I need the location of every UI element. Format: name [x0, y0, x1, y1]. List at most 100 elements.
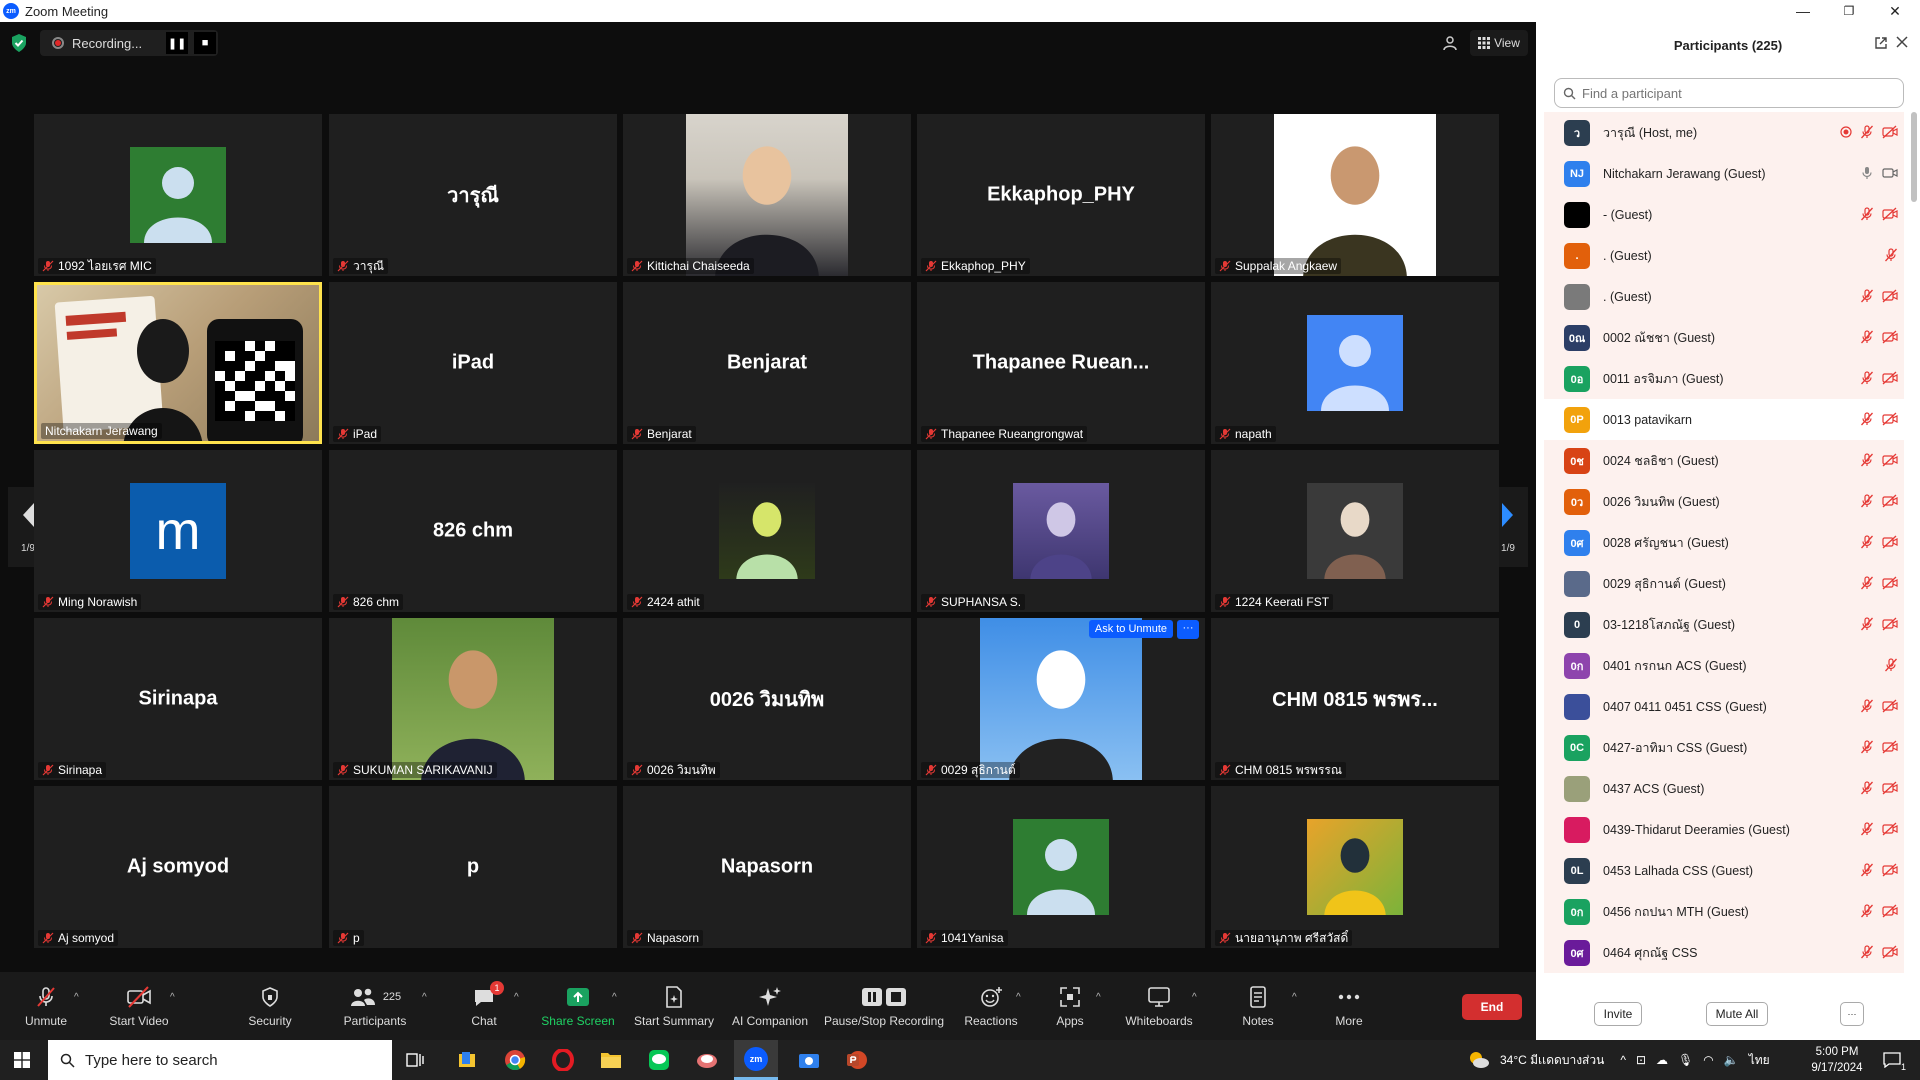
video-tile[interactable]: นายอานุภาพ ศรีสวัสดิ์ — [1211, 786, 1499, 948]
muted-mic-icon[interactable] — [1860, 453, 1874, 467]
video-tile[interactable]: Napasorn Napasorn — [623, 786, 911, 948]
video-tile[interactable]: napath — [1211, 282, 1499, 444]
reactions-button[interactable]: Reactions — [962, 972, 1020, 1040]
participant-search[interactable] — [1554, 78, 1904, 108]
participant-row[interactable]: 0029 สุธิกานต์ (Guest) — [1544, 563, 1904, 604]
muted-mic-icon[interactable] — [1860, 207, 1874, 221]
apps-options-caret[interactable]: ^ — [1096, 992, 1101, 1003]
participant-row[interactable]: . . (Guest) — [1544, 235, 1904, 276]
zoom-taskbar-icon[interactable]: zm — [734, 1040, 778, 1080]
video-off-icon[interactable] — [1882, 535, 1898, 549]
tray-overflow-icon[interactable]: ^ — [1620, 1053, 1626, 1067]
wifi-icon[interactable]: ◠ — [1703, 1053, 1713, 1067]
video-tile[interactable]: Benjarat Benjarat — [623, 282, 911, 444]
muted-mic-icon[interactable] — [1884, 248, 1898, 262]
video-off-icon[interactable] — [1882, 207, 1898, 221]
ask-to-unmute-button[interactable]: Ask to Unmute — [1088, 620, 1173, 638]
participant-row[interactable]: ว วารุณี (Host, me) — [1544, 112, 1904, 153]
video-tile[interactable]: pp — [329, 786, 617, 948]
muted-mic-icon[interactable] — [1860, 863, 1874, 877]
video-tile[interactable]: Aj somyod Aj somyod — [34, 786, 322, 948]
whiteboards-options-caret[interactable]: ^ — [1192, 992, 1197, 1003]
participant-row[interactable]: . (Guest) — [1544, 276, 1904, 317]
participant-row[interactable]: - (Guest) — [1544, 194, 1904, 235]
pause-recording-button[interactable]: ❚❚ — [166, 32, 189, 54]
reactions-options-caret[interactable]: ^ — [1016, 992, 1021, 1003]
participant-row[interactable]: 0 03-1218โสภณัฐ (Guest) — [1544, 604, 1904, 645]
video-off-icon[interactable] — [1882, 822, 1898, 836]
video-off-icon[interactable] — [1882, 781, 1898, 795]
tile-more-button[interactable]: ··· — [1177, 620, 1199, 639]
participant-row[interactable]: NJ Nitchakarn Jerawang (Guest) — [1544, 153, 1904, 194]
muted-mic-icon[interactable] — [1860, 289, 1874, 303]
notification-icon[interactable]: 1 — [1882, 1050, 1906, 1072]
participant-row[interactable]: 0ก 0401 กรกนก ACS (Guest) — [1544, 645, 1904, 686]
immersive-icon[interactable] — [1438, 30, 1462, 56]
muted-mic-icon[interactable] — [1860, 945, 1874, 959]
video-tile[interactable]: 1224 Keerati FST — [1211, 450, 1499, 612]
chat-button[interactable]: 1 Chat — [462, 972, 506, 1040]
popout-icon[interactable] — [1874, 36, 1888, 50]
muted-mic-icon[interactable] — [1860, 699, 1874, 713]
network-icon[interactable]: ⊡ — [1636, 1053, 1646, 1067]
participant-row[interactable]: 0ว 0026 วิมนทิพ (Guest) — [1544, 481, 1904, 522]
video-tile[interactable]: Kittichai Chaiseeda — [623, 114, 911, 276]
more-button[interactable]: More — [1330, 972, 1368, 1040]
video-tile[interactable]: 1041Yanisa — [917, 786, 1205, 948]
video-tile[interactable]: 2424 athit — [623, 450, 911, 612]
powerpoint-icon[interactable] — [842, 1046, 872, 1074]
participant-row[interactable]: 0439-Thidarut Deeramies (Guest) — [1544, 809, 1904, 850]
line-app-icon[interactable] — [644, 1046, 674, 1074]
share-options-caret[interactable]: ^ — [612, 992, 617, 1003]
muted-mic-icon[interactable] — [1860, 617, 1874, 631]
video-tile[interactable]: Ask to Unmute ··· 0029 สุธิกานต์ — [917, 618, 1205, 780]
mic-tray-icon[interactable]: 🎙 — [1678, 1053, 1693, 1067]
opera-icon[interactable] — [548, 1046, 578, 1074]
restore-button[interactable]: ❐ — [1826, 0, 1872, 22]
file-explorer-pinned-icon[interactable] — [452, 1046, 482, 1074]
video-options-caret[interactable]: ^ — [170, 992, 175, 1003]
video-tile[interactable]: 826 chm 826 chm — [329, 450, 617, 612]
windows-start-icon[interactable] — [14, 1052, 30, 1068]
video-tile[interactable]: m Ming Norawish — [34, 450, 322, 612]
muted-mic-icon[interactable] — [1860, 125, 1874, 139]
chat-options-caret[interactable]: ^ — [514, 992, 519, 1003]
participant-row[interactable]: 0P 0013 patavikarn — [1544, 399, 1904, 440]
participants-options-caret[interactable]: ^ — [422, 992, 427, 1003]
taskbar-search[interactable]: Type here to search — [48, 1040, 392, 1080]
muted-mic-icon[interactable] — [1860, 330, 1874, 344]
participant-row[interactable]: 0ศ 0464 ศุกณัฐ CSS — [1544, 932, 1904, 973]
video-off-icon[interactable] — [1882, 125, 1898, 139]
video-tile[interactable]: Nitchakarn Jerawang — [34, 282, 322, 444]
input-language[interactable]: ไทย — [1749, 1051, 1770, 1070]
video-tile[interactable]: Thapanee Ruean... Thapanee Rueangrongwat — [917, 282, 1205, 444]
ai-companion-button[interactable]: AI Companion — [728, 972, 812, 1040]
participant-row[interactable]: 0407 0411 0451 CSS (Guest) — [1544, 686, 1904, 727]
share-screen-button[interactable]: Share Screen — [540, 972, 616, 1040]
start-summary-button[interactable]: Start Summary — [632, 972, 716, 1040]
muted-mic-icon[interactable] — [1860, 494, 1874, 508]
file-explorer-icon[interactable] — [596, 1046, 626, 1074]
panel-scrollbar[interactable] — [1911, 112, 1917, 202]
audio-options-caret[interactable]: ^ — [74, 992, 79, 1003]
camera-app-icon[interactable] — [794, 1046, 824, 1074]
task-view-icon[interactable] — [400, 1046, 430, 1074]
muted-mic-icon[interactable] — [1860, 781, 1874, 795]
participant-row[interactable]: 0อ 0011 อรจิมภา (Guest) — [1544, 358, 1904, 399]
view-button[interactable]: View — [1470, 30, 1528, 56]
close-panel-icon[interactable] — [1896, 36, 1908, 48]
whiteboards-button[interactable]: Whiteboards — [1124, 972, 1194, 1040]
video-off-icon[interactable] — [1882, 904, 1898, 918]
video-on-icon[interactable] — [1882, 166, 1898, 180]
notes-button[interactable]: Notes — [1238, 972, 1278, 1040]
muted-mic-icon[interactable] — [1860, 412, 1874, 426]
video-tile[interactable]: Ekkaphop_PHY Ekkaphop_PHY — [917, 114, 1205, 276]
participants-button[interactable]: 225 Participants — [342, 972, 408, 1040]
video-tile[interactable]: iPad iPad — [329, 282, 617, 444]
video-tile[interactable]: SUKUMAN SARIKAVANIJ — [329, 618, 617, 780]
video-off-icon[interactable] — [1882, 494, 1898, 508]
video-tile[interactable]: Suppalak Angkaew — [1211, 114, 1499, 276]
participant-row[interactable]: 0ช 0024 ชลธิชา (Guest) — [1544, 440, 1904, 481]
participant-row[interactable]: 0C 0427-อาทิมา CSS (Guest) — [1544, 727, 1904, 768]
video-off-icon[interactable] — [1882, 617, 1898, 631]
